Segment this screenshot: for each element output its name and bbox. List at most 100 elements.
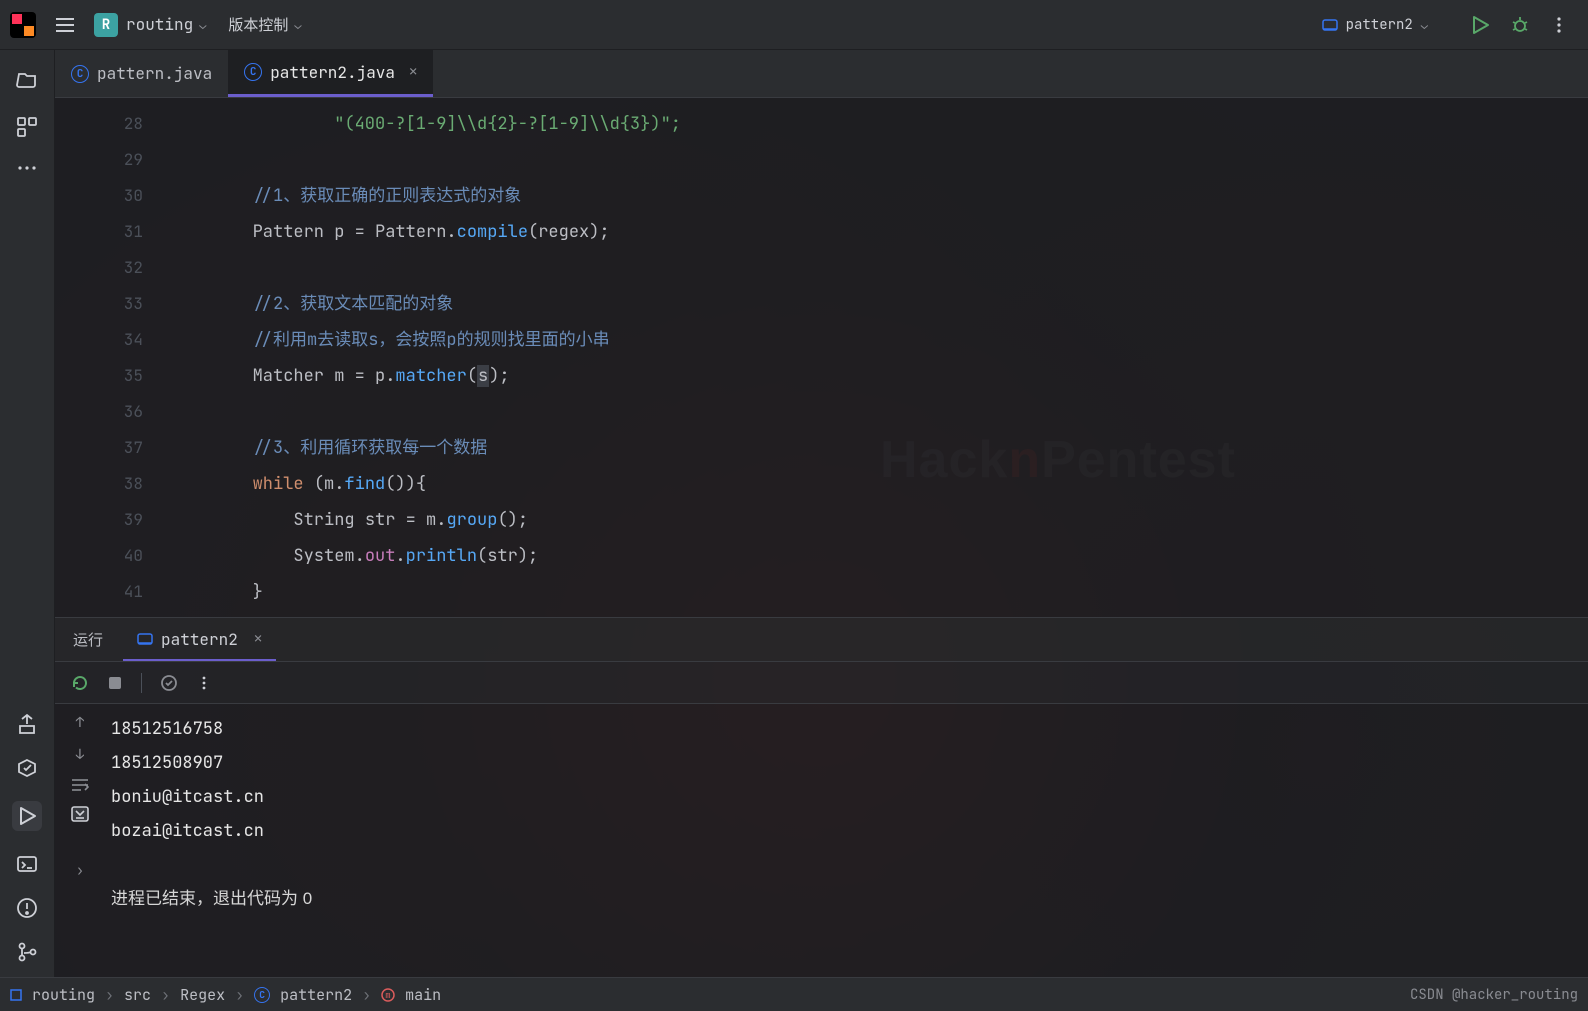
java-class-icon: C [71, 65, 89, 83]
more-tools-icon[interactable] [16, 164, 38, 172]
module-icon [10, 989, 22, 1001]
code-line[interactable]: "(400-?[1-9]\\d{2}-?[1-9]\\d{3})"; [171, 106, 1588, 142]
code-line[interactable]: String str = m.group(); [171, 502, 1588, 538]
breadcrumb[interactable]: routing › src › Regex › C pattern2 › m m… [10, 985, 441, 1005]
code-line[interactable] [171, 142, 1588, 178]
code-line[interactable]: } [171, 574, 1588, 610]
project-badge[interactable]: R [94, 13, 118, 37]
method-icon: m [381, 988, 395, 1002]
java-class-icon: C [254, 987, 270, 1003]
line-number: 29 [55, 142, 143, 178]
breadcrumb-item[interactable]: pattern2 [280, 985, 352, 1005]
terminal-tool-icon[interactable] [16, 853, 38, 875]
run-button[interactable] [1470, 15, 1490, 35]
toolbar-separator [141, 673, 142, 693]
code-line[interactable] [171, 394, 1588, 430]
expand-icon[interactable]: › [76, 862, 84, 880]
stop-button[interactable] [107, 675, 123, 691]
line-number: 32 [55, 250, 143, 286]
code-line[interactable]: //利用m去读取s，会按照p的规则找里面的小串 [171, 322, 1588, 358]
svg-text:m: m [385, 989, 390, 1001]
line-number: 37 [55, 430, 143, 466]
code-line[interactable] [171, 250, 1588, 286]
editor-tabs: C pattern.java C pattern2.java ✕ [55, 50, 1588, 98]
soft-wrap-icon[interactable] [71, 778, 89, 792]
run-tool-icon[interactable] [12, 801, 42, 831]
line-number: 39 [55, 502, 143, 538]
problems-tool-icon[interactable] [16, 897, 38, 919]
code-line[interactable]: while (m.find()){ [171, 466, 1588, 502]
output-line [111, 848, 1588, 882]
code-line[interactable]: //2、获取文本匹配的对象 [171, 286, 1588, 322]
editor-tab-pattern[interactable]: C pattern.java [55, 50, 228, 97]
line-number: 31 [55, 214, 143, 250]
editor-tab-label: pattern.java [97, 63, 212, 84]
exit-code-button[interactable] [160, 674, 178, 692]
breadcrumb-item[interactable]: src [124, 985, 151, 1005]
code-line[interactable]: //1、获取正确的正则表达式的对象 [171, 178, 1588, 214]
code-line[interactable]: Matcher m = p.matcher(s); [171, 358, 1588, 394]
breadcrumb-item[interactable]: routing [32, 985, 95, 1005]
vcs-menu[interactable]: 版本控制 [228, 14, 288, 35]
code-area[interactable]: "(400-?[1-9]\\d{2}-?[1-9]\\d{3})"; //1、获… [171, 98, 1588, 617]
run-tool-window: 运行 pattern2 ✕ [55, 618, 1588, 977]
line-number: 30 [55, 178, 143, 214]
line-number: 38 [55, 466, 143, 502]
code-line[interactable]: //3、利用循环获取每一个数据 [171, 430, 1588, 466]
output-line: 18512516758 [111, 712, 1588, 746]
run-output[interactable]: 1851251675818512508907boniu@itcast.cnboz… [105, 704, 1588, 977]
project-name[interactable]: routing [126, 14, 193, 35]
vcs-dropdown-icon[interactable]: ⌄ [294, 17, 301, 33]
breadcrumb-item[interactable]: Regex [180, 985, 225, 1005]
build-tool-icon[interactable] [16, 713, 38, 735]
left-toolbar [0, 50, 55, 977]
run-toolbar [55, 662, 1588, 704]
project-dropdown-icon[interactable]: ⌄ [199, 17, 206, 33]
line-number-gutter: 2829303132333435363738394041 [55, 98, 171, 617]
rerun-button[interactable] [71, 674, 89, 692]
line-number: 34 [55, 322, 143, 358]
run-more-icon[interactable] [196, 675, 212, 691]
line-number: 40 [55, 538, 143, 574]
line-number: 41 [55, 574, 143, 610]
titlebar: R routing ⌄ 版本控制 ⌄ pattern2 ⌄ [0, 0, 1588, 50]
run-panel-title: 运行 [73, 629, 103, 650]
run-config-name: pattern2 [1346, 16, 1413, 34]
scroll-down-icon[interactable]: ↓ [76, 746, 84, 764]
code-line[interactable]: Pattern p = Pattern.compile(regex); [171, 214, 1588, 250]
project-tool-icon[interactable] [16, 68, 38, 90]
main-menu-icon[interactable] [54, 14, 76, 36]
status-bar: routing › src › Regex › C pattern2 › m m… [0, 977, 1588, 1011]
output-line: boniu@itcast.cn [111, 780, 1588, 814]
run-tab-pattern2[interactable]: pattern2 ✕ [123, 619, 276, 661]
services-tool-icon[interactable] [16, 757, 38, 779]
run-panel-tabs: 运行 pattern2 ✕ [55, 618, 1588, 662]
close-tab-icon[interactable]: ✕ [409, 63, 417, 81]
output-line: 进程已结束，退出代码为 0 [111, 882, 1588, 916]
line-number: 33 [55, 286, 143, 322]
run-config-type-icon [1322, 17, 1338, 33]
java-class-icon: C [244, 63, 262, 81]
code-line[interactable]: System.out.println(str); [171, 538, 1588, 574]
editor-tab-label: pattern2.java [270, 62, 395, 83]
output-line: 18512508907 [111, 746, 1588, 780]
line-number: 28 [55, 106, 143, 142]
debug-button[interactable] [1510, 15, 1530, 35]
git-tool-icon[interactable] [16, 941, 38, 963]
run-config-selector[interactable]: pattern2 ⌄ [1312, 12, 1460, 38]
scroll-to-end-icon[interactable] [71, 806, 89, 822]
breadcrumb-item[interactable]: main [405, 985, 441, 1005]
breadcrumb-separator-icon: › [362, 985, 371, 1005]
editor-tab-pattern2[interactable]: C pattern2.java ✕ [228, 50, 433, 97]
output-line: bozai@itcast.cn [111, 814, 1588, 848]
more-actions-icon[interactable] [1550, 16, 1568, 34]
structure-tool-icon[interactable] [16, 116, 38, 138]
scroll-up-icon[interactable]: ↑ [76, 714, 84, 732]
run-side-toolbar: ↑ ↓ › [55, 704, 105, 977]
code-editor[interactable]: 2829303132333435363738394041 "(400-?[1-9… [55, 98, 1588, 618]
breadcrumb-separator-icon: › [235, 985, 244, 1005]
run-tab-label: pattern2 [161, 629, 238, 650]
close-run-tab-icon[interactable]: ✕ [254, 630, 262, 648]
app-logo-icon [10, 12, 36, 38]
breadcrumb-separator-icon: › [105, 985, 114, 1005]
